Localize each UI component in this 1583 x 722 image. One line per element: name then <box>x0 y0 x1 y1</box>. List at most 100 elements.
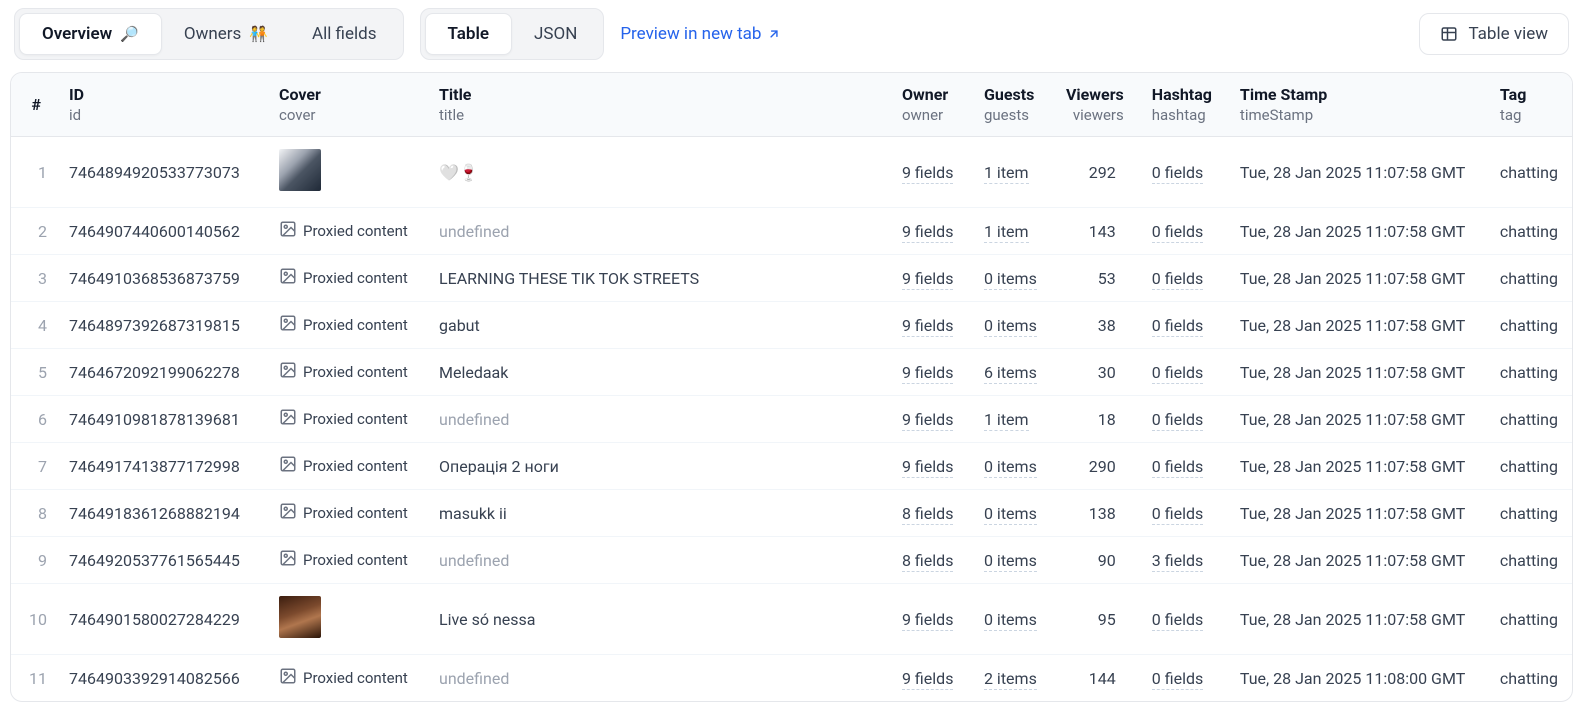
guests-link[interactable]: 6 items <box>984 363 1037 384</box>
tab-json[interactable]: JSON <box>512 13 599 55</box>
row-number: 3 <box>11 255 55 302</box>
tab-owners[interactable]: Owners🧑‍🤝‍🧑 <box>162 13 290 55</box>
cell-owner: 9 fields <box>888 655 970 702</box>
column-header-viewers[interactable]: Viewersviewers <box>1052 73 1138 137</box>
cell-viewers: 292 <box>1052 137 1138 208</box>
table-row[interactable]: 117464903392914082566Proxied contentunde… <box>11 655 1572 702</box>
column-header-guests[interactable]: Guestsguests <box>970 73 1052 137</box>
cell-hashtag: 0 fields <box>1138 349 1226 396</box>
guests-link[interactable]: 0 items <box>984 551 1037 572</box>
owner-link[interactable]: 9 fields <box>902 163 953 184</box>
table-row[interactable]: 17464894920533773073🤍🍷9 fields1 item2920… <box>11 137 1572 208</box>
column-header-id[interactable]: IDid <box>55 73 265 137</box>
table-row[interactable]: 107464901580027284229Live só nessa9 fiel… <box>11 584 1572 655</box>
broken-image-placeholder: Proxied content <box>279 455 408 477</box>
owner-link[interactable]: 9 fields <box>902 363 953 384</box>
cell-cover: Proxied content <box>265 490 425 537</box>
hashtag-link[interactable]: 0 fields <box>1152 410 1203 431</box>
cell-cover: Proxied content <box>265 396 425 443</box>
proxied-content-label: Proxied content <box>303 269 408 287</box>
hashtag-link[interactable]: 0 fields <box>1152 457 1203 478</box>
column-label: Owner <box>902 85 956 104</box>
hashtag-link[interactable]: 0 fields <box>1152 269 1203 290</box>
owner-link[interactable]: 9 fields <box>902 316 953 337</box>
column-header-cover[interactable]: Covercover <box>265 73 425 137</box>
owner-link[interactable]: 8 fields <box>902 551 953 572</box>
guests-link[interactable]: 1 item <box>984 163 1029 184</box>
hashtag-link[interactable]: 0 fields <box>1152 363 1203 384</box>
table-row[interactable]: 87464918361268882194Proxied contentmasuk… <box>11 490 1572 537</box>
row-number: 8 <box>11 490 55 537</box>
cell-title: undefined <box>425 537 888 584</box>
cell-cover: Proxied content <box>265 255 425 302</box>
tab-table[interactable]: Table <box>425 13 513 55</box>
cell-tag: chatting <box>1486 302 1572 349</box>
table-row[interactable]: 37464910368536873759Proxied contentLEARN… <box>11 255 1572 302</box>
cell-cover <box>265 584 425 655</box>
guests-link[interactable]: 0 items <box>984 610 1037 631</box>
hashtag-link[interactable]: 0 fields <box>1152 163 1203 184</box>
guests-link[interactable]: 1 item <box>984 410 1029 431</box>
column-header-index[interactable]: # <box>11 73 55 137</box>
cell-timestamp: Tue, 28 Jan 2025 11:07:58 GMT <box>1226 396 1486 443</box>
tab-label: Owners <box>184 24 241 44</box>
hashtag-link[interactable]: 0 fields <box>1152 316 1203 337</box>
cell-hashtag: 0 fields <box>1138 490 1226 537</box>
broken-image-placeholder: Proxied content <box>279 314 408 336</box>
owner-link[interactable]: 9 fields <box>902 410 953 431</box>
guests-link[interactable]: 2 items <box>984 669 1037 690</box>
cell-tag: chatting <box>1486 584 1572 655</box>
row-number: 10 <box>11 584 55 655</box>
cell-hashtag: 0 fields <box>1138 302 1226 349</box>
table-row[interactable]: 57464672092199062278Proxied contentMeled… <box>11 349 1572 396</box>
guests-link[interactable]: 1 item <box>984 222 1029 243</box>
guests-link[interactable]: 0 items <box>984 504 1037 525</box>
table-row[interactable]: 27464907440600140562Proxied contentundef… <box>11 208 1572 255</box>
tab-overview[interactable]: Overview🔎 <box>19 13 162 55</box>
owner-link[interactable]: 9 fields <box>902 610 953 631</box>
broken-image-icon <box>279 314 297 336</box>
cell-id: 7464910981878139681 <box>55 396 265 443</box>
column-header-timeStamp[interactable]: Time StamptimeStamp <box>1226 73 1486 137</box>
guests-link[interactable]: 0 items <box>984 316 1037 337</box>
column-header-title[interactable]: Titletitle <box>425 73 888 137</box>
preview-link-label: Preview in new tab <box>620 24 761 44</box>
column-header-owner[interactable]: Ownerowner <box>888 73 970 137</box>
hashtag-link[interactable]: 0 fields <box>1152 222 1203 243</box>
cell-cover: Proxied content <box>265 302 425 349</box>
cell-hashtag: 0 fields <box>1138 137 1226 208</box>
cell-id: 7464903392914082566 <box>55 655 265 702</box>
owner-link[interactable]: 9 fields <box>902 269 953 290</box>
table-view-button[interactable]: Table view <box>1419 13 1569 55</box>
table-row[interactable]: 97464920537761565445Proxied contentundef… <box>11 537 1572 584</box>
hashtag-link[interactable]: 0 fields <box>1152 504 1203 525</box>
broken-image-icon <box>279 549 297 571</box>
owner-link[interactable]: 9 fields <box>902 457 953 478</box>
cell-tag: chatting <box>1486 443 1572 490</box>
broken-image-placeholder: Proxied content <box>279 361 408 383</box>
cell-owner: 9 fields <box>888 208 970 255</box>
hashtag-link[interactable]: 0 fields <box>1152 610 1203 631</box>
tab-all-fields[interactable]: All fields <box>290 13 399 55</box>
table-row[interactable]: 77464917413877172998Proxied contentОпера… <box>11 443 1572 490</box>
cell-owner: 9 fields <box>888 584 970 655</box>
owner-link[interactable]: 9 fields <box>902 222 953 243</box>
column-header-hashtag[interactable]: Hashtaghashtag <box>1138 73 1226 137</box>
column-header-tag[interactable]: Tagtag <box>1486 73 1572 137</box>
owner-link[interactable]: 8 fields <box>902 504 953 525</box>
cell-cover: Proxied content <box>265 443 425 490</box>
hashtag-link[interactable]: 0 fields <box>1152 669 1203 690</box>
toolbar: Overview🔎Owners🧑‍🤝‍🧑All fields Table JSON… <box>10 0 1573 72</box>
broken-image-icon <box>279 455 297 477</box>
cell-guests: 0 items <box>970 255 1052 302</box>
cell-hashtag: 0 fields <box>1138 255 1226 302</box>
preview-link[interactable]: Preview in new tab <box>620 24 781 44</box>
tab-label: Table <box>448 24 490 44</box>
table-row[interactable]: 67464910981878139681Proxied contentundef… <box>11 396 1572 443</box>
table-row[interactable]: 47464897392687319815Proxied contentgabut… <box>11 302 1572 349</box>
owner-link[interactable]: 9 fields <box>902 669 953 690</box>
guests-link[interactable]: 0 items <box>984 457 1037 478</box>
cell-tag: chatting <box>1486 396 1572 443</box>
hashtag-link[interactable]: 3 fields <box>1152 551 1203 572</box>
guests-link[interactable]: 0 items <box>984 269 1037 290</box>
